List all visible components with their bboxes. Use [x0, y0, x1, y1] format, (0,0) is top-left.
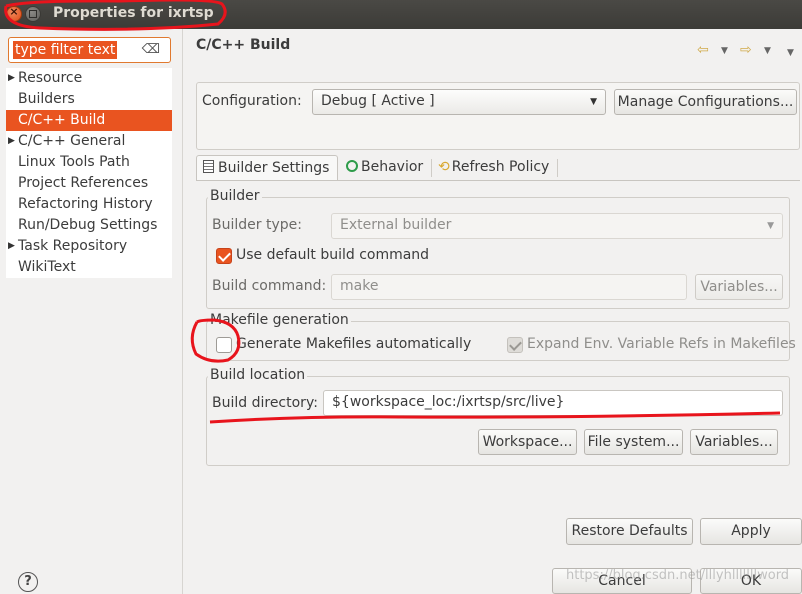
workspace-button[interactable]: Workspace...: [478, 429, 577, 455]
tree-item-label: Task Repository: [18, 238, 128, 254]
build-directory-field[interactable]: ${workspace_loc:/ixrtsp/src/live}: [323, 390, 783, 416]
expand-env-vars-checkbox[interactable]: [507, 337, 523, 353]
tree-item-task-repository[interactable]: ▶ Task Repository: [6, 236, 172, 257]
tree-item-label: Resource: [18, 70, 83, 86]
build-command-field[interactable]: make: [331, 274, 687, 300]
tree-item-project-references[interactable]: Project References: [6, 173, 172, 194]
tree-item-cpp-general[interactable]: ▶ C/C++ General: [6, 131, 172, 152]
makefile-generation-label: Makefile generation: [208, 312, 351, 328]
tree-item-label: Linux Tools Path: [18, 154, 130, 170]
window-title: Properties for ixrtsp: [53, 5, 214, 21]
page-title: C/C++ Build: [196, 37, 291, 53]
tab-behavior[interactable]: Behavior: [340, 155, 429, 181]
forward-menu-icon[interactable]: ▼: [764, 46, 771, 56]
help-icon[interactable]: ?: [18, 572, 38, 592]
builder-group-label: Builder: [208, 188, 262, 204]
file-system-button[interactable]: File system...: [584, 429, 683, 455]
build-location-label: Build location: [208, 367, 308, 383]
tab-label: Builder Settings: [218, 160, 330, 176]
use-default-build-command-label: Use default build command: [236, 247, 430, 263]
tree-item-cpp-build[interactable]: C/C++ Build: [6, 110, 172, 131]
tree-item-wikitext[interactable]: WikiText: [6, 257, 172, 278]
expand-arrow-icon[interactable]: ▶: [8, 68, 15, 89]
generate-makefiles-checkbox[interactable]: [216, 337, 232, 353]
location-variables-button[interactable]: Variables...: [690, 429, 778, 455]
behavior-icon: [346, 160, 358, 172]
back-menu-icon[interactable]: ▼: [721, 46, 728, 56]
use-default-build-command-checkbox[interactable]: [216, 248, 232, 264]
configuration-select[interactable]: Debug [ Active ] ▼: [312, 89, 606, 115]
tree-item-label: C/C++ General: [18, 133, 126, 149]
tree-item-linux-tools-path[interactable]: Linux Tools Path: [6, 152, 172, 173]
filter-placeholder: type filter text: [13, 41, 118, 59]
tree-item-run-debug-settings[interactable]: Run/Debug Settings: [6, 215, 172, 236]
tree-item-label: Project References: [18, 175, 149, 191]
builder-variables-button[interactable]: Variables...: [695, 274, 783, 300]
close-window-button[interactable]: ×: [6, 5, 22, 22]
forward-arrow-icon[interactable]: ⇨: [740, 42, 752, 58]
build-directory-label: Build directory:: [212, 395, 318, 411]
generate-makefiles-label: Generate Makefiles automatically: [236, 336, 472, 352]
back-arrow-icon[interactable]: ⇦: [697, 42, 709, 58]
tab-builder-settings[interactable]: Builder Settings: [196, 155, 338, 181]
minimize-icon: [29, 10, 37, 18]
preference-tree: ▶ Resource Builders C/C++ Build ▶ C/C++ Ge…: [6, 68, 172, 278]
panel-splitter[interactable]: [182, 29, 183, 594]
builder-type-select[interactable]: External builder ▼: [331, 213, 783, 239]
tree-item-refactoring-history[interactable]: Refactoring History: [6, 194, 172, 215]
expand-arrow-icon[interactable]: ▶: [8, 131, 15, 152]
expand-env-vars-label: Expand Env. Variable Refs in Makefiles: [527, 336, 796, 352]
tree-item-label: Refactoring History: [18, 196, 153, 212]
tree-item-label: WikiText: [18, 259, 76, 275]
tab-refresh-policy[interactable]: ⟲ Refresh Policy: [432, 155, 555, 181]
configuration-label: Configuration:: [202, 93, 302, 109]
apply-button[interactable]: Apply: [700, 518, 802, 545]
restore-defaults-button[interactable]: Restore Defaults: [566, 518, 693, 545]
refresh-policy-icon: ⟲: [438, 159, 450, 175]
tree-item-builders[interactable]: Builders: [6, 89, 172, 110]
minimize-window-button[interactable]: [25, 6, 41, 22]
tree-item-label: Run/Debug Settings: [18, 217, 158, 233]
expand-arrow-icon[interactable]: ▶: [8, 236, 15, 257]
watermark: https://blog.csdn.net/lllyhlllllllword: [566, 568, 790, 583]
builder-type-value: External builder: [340, 217, 452, 233]
title-bar: × Properties for ixrtsp: [0, 0, 802, 29]
builder-settings-icon: [203, 160, 214, 173]
manage-configurations-button[interactable]: Manage Configurations...: [614, 89, 797, 115]
tree-item-label: Builders: [18, 91, 75, 107]
tree-item-label: C/C++ Build: [18, 112, 106, 128]
filter-input[interactable]: type filter text ⌫: [8, 37, 171, 63]
tree-item-resource[interactable]: ▶ Resource: [6, 68, 172, 89]
build-command-label: Build command:: [212, 278, 327, 294]
chevron-down-icon: ▼: [590, 97, 597, 107]
clear-icon[interactable]: ⌫: [142, 42, 160, 57]
tab-label: Refresh Policy: [451, 159, 550, 175]
configuration-value: Debug [ Active ]: [321, 93, 435, 109]
tab-separator: [557, 159, 558, 177]
builder-type-label: Builder type:: [212, 217, 302, 233]
view-menu-icon[interactable]: ▼: [787, 48, 794, 58]
chevron-down-icon: ▼: [767, 221, 774, 231]
close-icon: ×: [9, 5, 19, 18]
tab-label: Behavior: [361, 159, 424, 175]
